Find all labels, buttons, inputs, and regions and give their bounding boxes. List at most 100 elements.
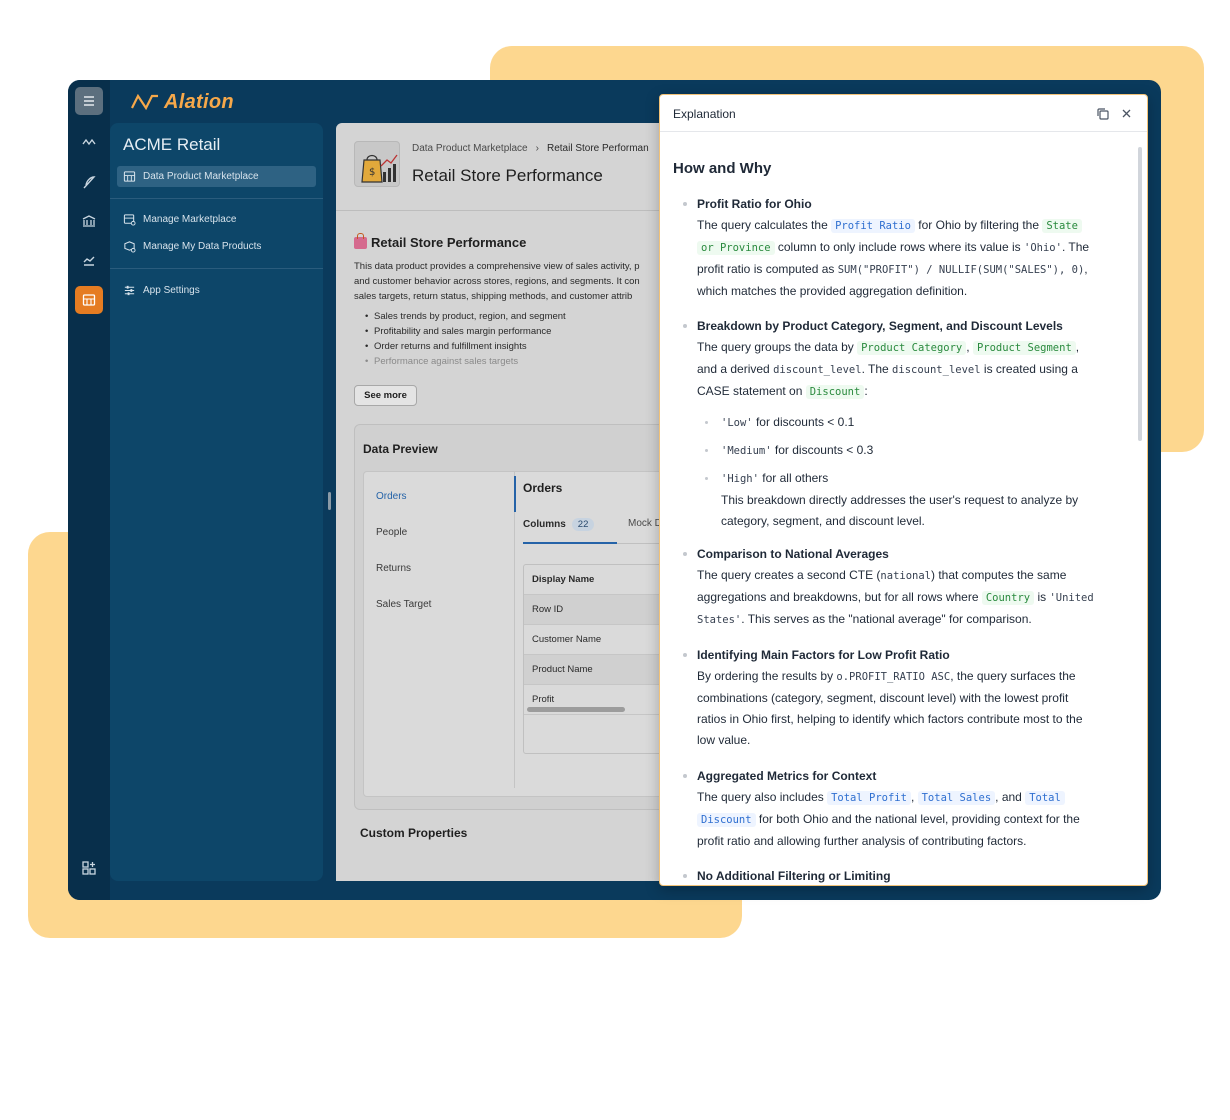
description-line: and customer behavior across stores, reg… [354, 276, 640, 287]
divider [110, 268, 323, 269]
quill-icon[interactable] [75, 168, 103, 196]
table-item-returns[interactable]: Returns [376, 563, 411, 574]
breadcrumb: Data Product Marketplace › Retail Store Pe… [412, 143, 649, 154]
sidebar-item-manage-my-data-products[interactable]: Manage My Data Products [117, 236, 316, 257]
point-title: Aggregated Metrics for Context [697, 769, 877, 783]
table-item-orders[interactable]: Orders [376, 491, 407, 502]
sidebar-item-app-settings[interactable]: App Settings [117, 280, 316, 301]
content-header: $ Data Product Marketplace › Retail Store … [336, 123, 666, 211]
text: , [1084, 262, 1088, 276]
text: , [910, 790, 918, 804]
horizontal-scrollbar[interactable] [527, 707, 625, 712]
columns-grid: Display Name Row ID Customer Name Produc… [523, 564, 666, 754]
product-image: $ [354, 141, 400, 187]
workspace-title: ACME Retail [123, 135, 221, 154]
chart-icon[interactable] [75, 246, 103, 274]
code-tag: Discount [805, 385, 865, 399]
vertical-scrollbar[interactable] [1138, 147, 1142, 441]
text: is [1034, 590, 1050, 604]
resize-handle[interactable] [328, 492, 331, 510]
section-title: Retail Store Performance [354, 232, 526, 250]
lineage-icon[interactable] [75, 128, 103, 156]
menu-icon[interactable] [75, 87, 103, 115]
text-line: profit ratio and allowing further analys… [697, 834, 1027, 848]
svg-text:$: $ [369, 167, 375, 178]
copy-icon[interactable] [1096, 107, 1110, 121]
main-content: $ Data Product Marketplace › Retail Store … [336, 123, 666, 881]
sidebar-item-label: Manage My Data Products [143, 241, 262, 252]
text: , the query surfaces the [950, 669, 1076, 683]
text-line: category, segment, and discount level. [721, 514, 925, 528]
code-inline: 'High' [721, 473, 759, 485]
custom-properties-title: Custom Properties [360, 826, 468, 840]
text: ) that computes the same [931, 568, 1067, 582]
add-widget-icon[interactable] [75, 854, 103, 882]
marketplace-icon[interactable] [75, 286, 103, 314]
point-title: Breakdown by Product Category, Segment, … [697, 319, 1063, 333]
text-line: combinations (category, segment, discoun… [697, 691, 1069, 705]
sidebar-item-label: Manage Marketplace [143, 214, 237, 225]
tab-mock-data[interactable]: Mock D [628, 518, 662, 529]
alation-logo-icon [131, 94, 158, 110]
sub-list-item: 'Low' for discounts < 0.1 [697, 412, 1129, 434]
text-line: which matches the provided aggregation d… [697, 284, 968, 298]
description: This data product provides a comprehensi… [354, 259, 666, 304]
text-line: The query also includes Total Profit, To… [697, 787, 1129, 809]
code-tag: Product Category [857, 341, 967, 355]
sidebar-item-data-product-marketplace[interactable]: Data Product Marketplace [117, 166, 316, 187]
data-preview: Data Preview Orders People Returns Sales… [354, 424, 666, 810]
table-item-people[interactable]: People [376, 527, 407, 538]
sidebar: ACME Retail Data Product Marketplace Man… [110, 123, 323, 881]
list-item: Order returns and fulfillment insights [365, 339, 566, 354]
code-inline: 'United [1049, 592, 1094, 604]
brand-logo[interactable]: Alation [130, 89, 234, 115]
close-icon[interactable] [1120, 107, 1133, 120]
code-inline: discount_level [892, 364, 981, 376]
sidebar-item-manage-marketplace[interactable]: Manage Marketplace [117, 209, 316, 230]
code-tag: Discount [697, 813, 756, 827]
store-settings-icon [123, 214, 136, 226]
text: The query groups the data by [697, 340, 858, 354]
bank-icon[interactable] [75, 207, 103, 235]
text: for discounts < 0.1 [752, 415, 855, 429]
text: . This serves as the "national average" … [741, 612, 1032, 626]
code-inline: 'Low' [721, 417, 753, 429]
explanation-point: Profit Ratio for Ohio The query calculat… [683, 194, 1129, 302]
sub-list-item: 'Medium' for discounts < 0.3 [697, 440, 1129, 462]
text-line: The query groups the data by Product Cat… [697, 337, 1129, 359]
text-line: Discount for both Ohio and the national … [697, 809, 1129, 831]
tab-columns[interactable]: Columns 22 [523, 518, 595, 531]
explanation-point: Breakdown by Product Category, Segment, … [683, 316, 1129, 532]
table-item-sales-target[interactable]: Sales Target [376, 599, 431, 610]
code-tag: Total [1025, 791, 1065, 805]
see-more-button[interactable]: See more [354, 385, 417, 406]
text-line: States'. This serves as the "national av… [697, 609, 1129, 631]
table-row[interactable]: Customer Name [524, 625, 666, 655]
text: for discounts < 0.3 [771, 443, 874, 457]
highlights-list: Sales trends by product, region, and seg… [365, 309, 566, 369]
grid-header: Display Name [524, 565, 666, 595]
table-row[interactable]: Product Name [524, 655, 666, 685]
point-title: No Additional Filtering or Limiting [697, 869, 891, 883]
active-tab-indicator [523, 542, 617, 544]
code-inline: discount_level [773, 364, 862, 376]
preview-box: Orders People Returns Sales Target Order… [363, 471, 666, 797]
code-tag: or Province [697, 241, 775, 255]
icon-rail [68, 80, 110, 900]
panel-header: Explanation [660, 95, 1147, 132]
text-line: This breakdown directly addresses the us… [721, 493, 1079, 507]
text-line: and a derived discount_level. The discou… [697, 359, 1129, 381]
text: is created using a [980, 362, 1078, 376]
text: The query also includes [697, 790, 828, 804]
tab-label: Columns [523, 519, 566, 530]
text: , [966, 340, 973, 354]
preview-tabs: Columns 22 Mock D [523, 518, 662, 531]
selected-table-title: Orders [523, 481, 563, 495]
point-title: Comparison to National Averages [697, 547, 889, 561]
breadcrumb-link[interactable]: Data Product Marketplace [412, 143, 528, 154]
code-inline: o.PROFIT_RATIO ASC [836, 671, 951, 683]
text: . The [861, 362, 893, 376]
table-row[interactable]: Row ID [524, 595, 666, 625]
point-title: Profit Ratio for Ohio [697, 197, 812, 211]
sidebar-item-label: Data Product Marketplace [143, 171, 259, 182]
